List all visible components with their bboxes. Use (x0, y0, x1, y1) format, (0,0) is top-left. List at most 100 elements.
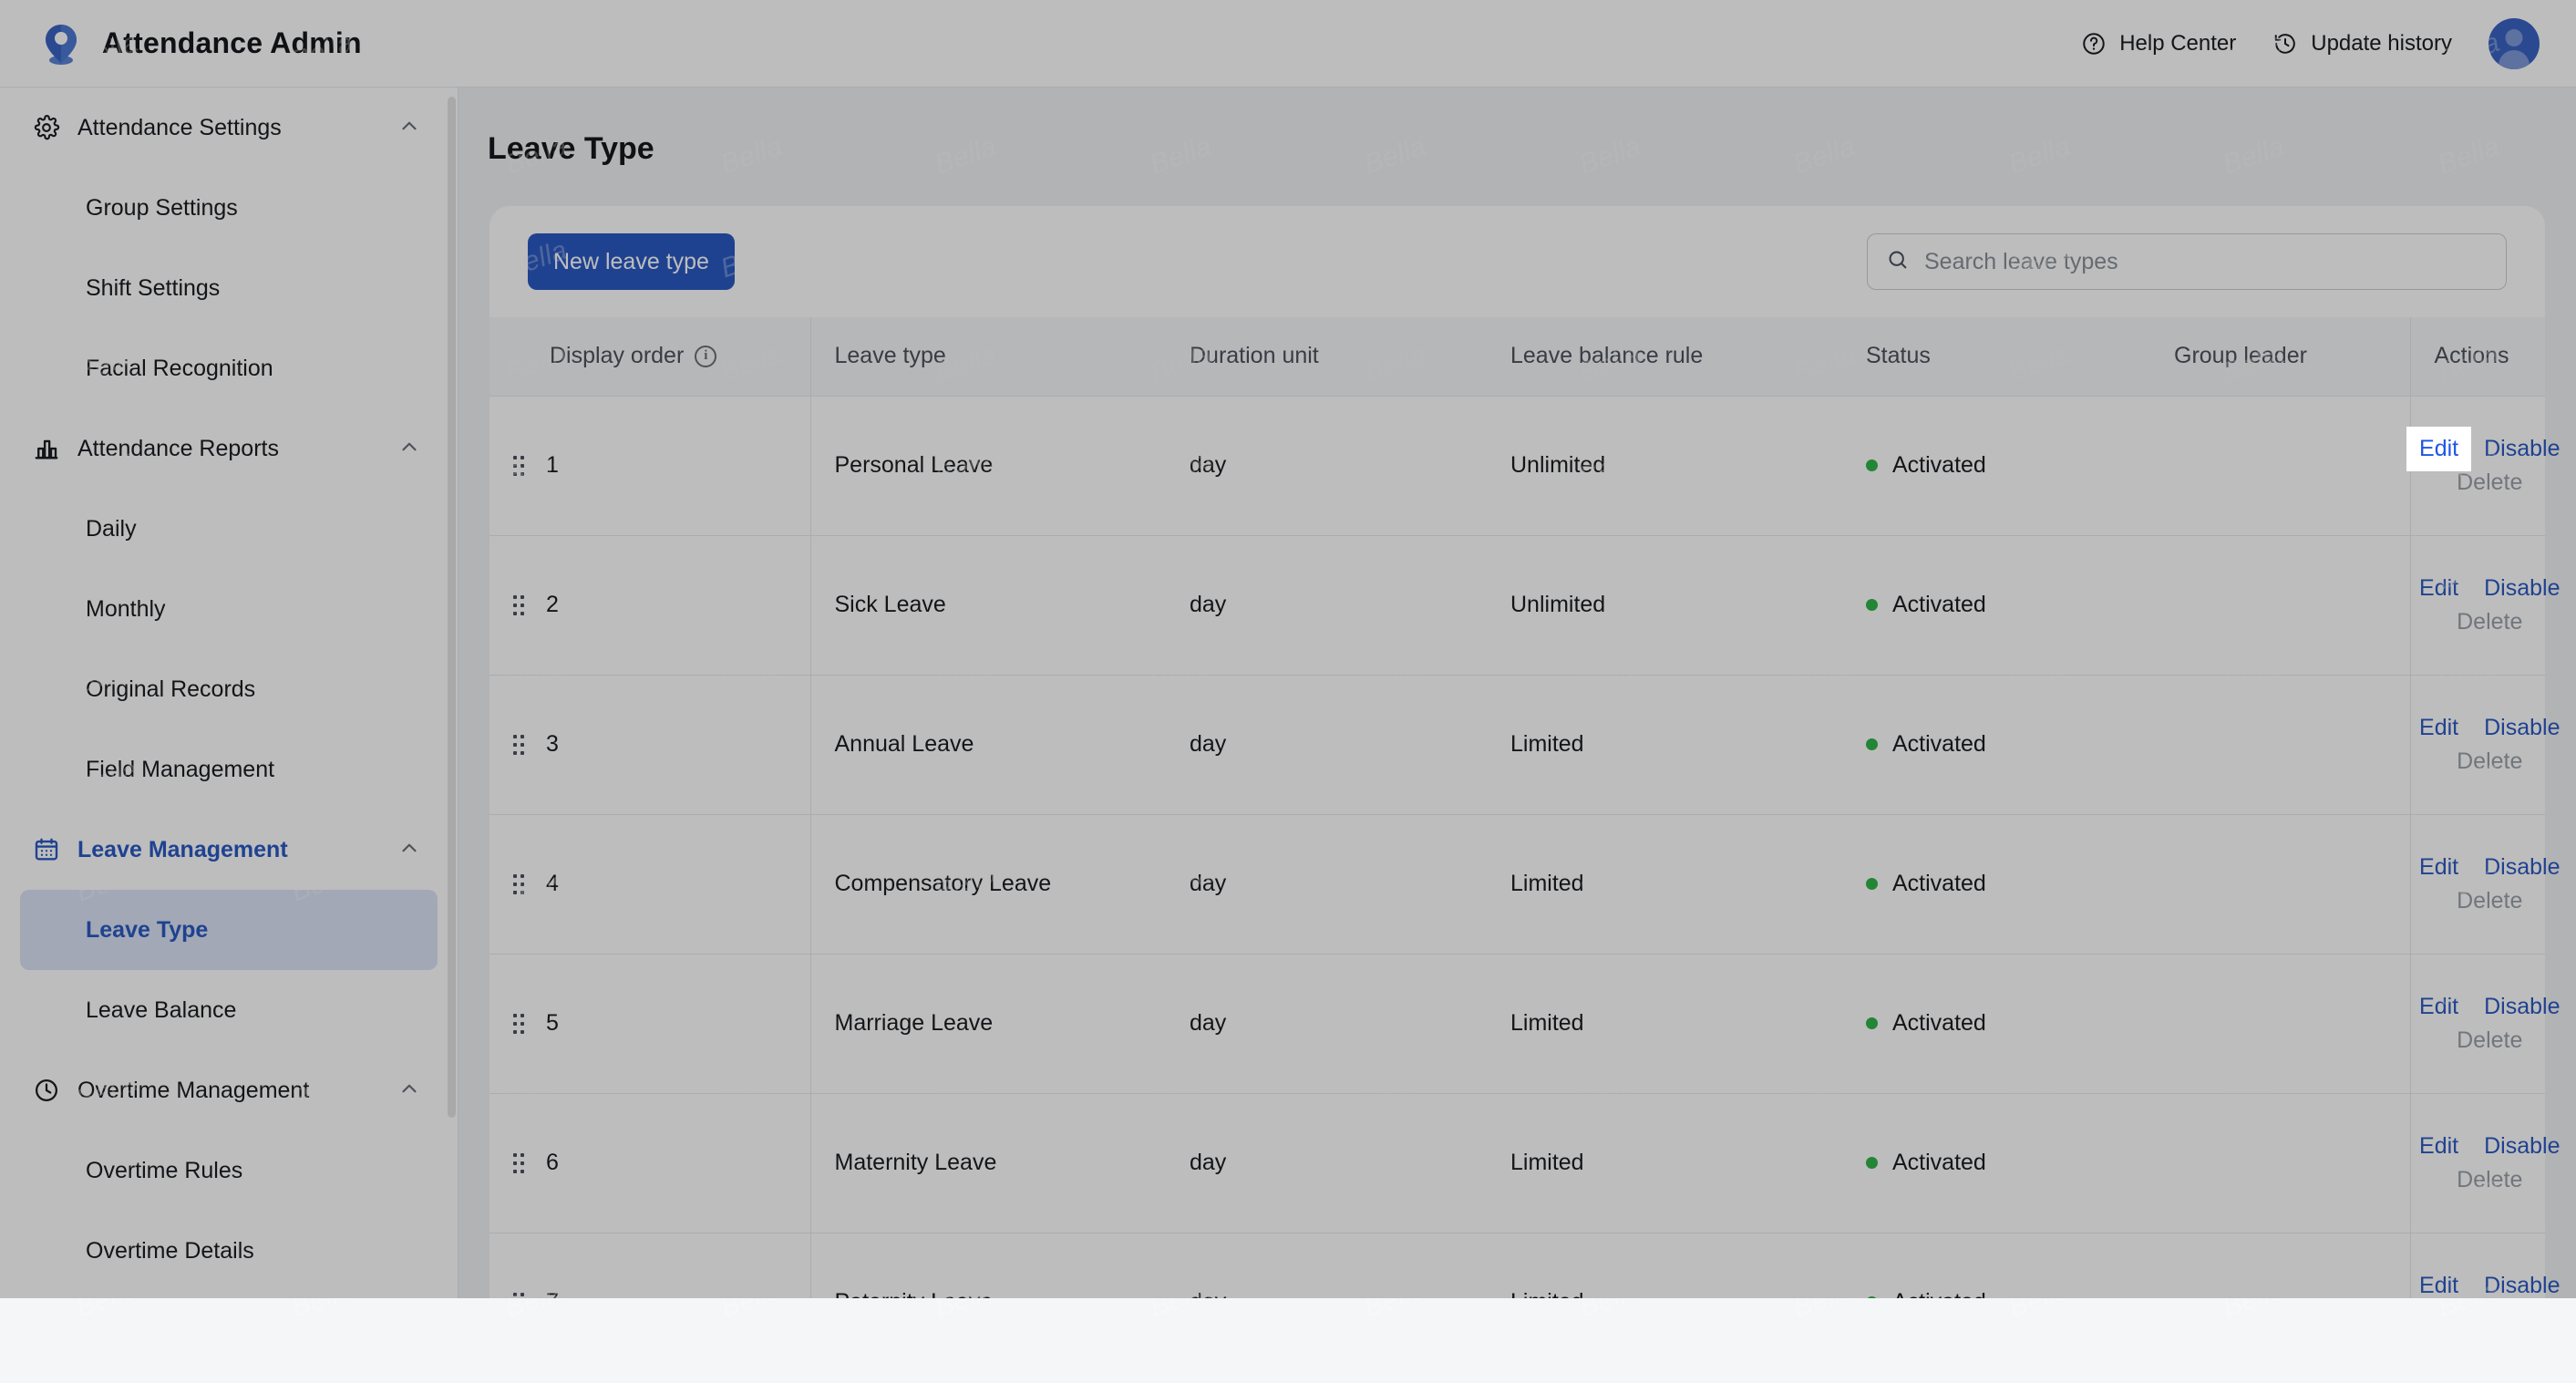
search-input[interactable] (1924, 249, 2488, 275)
disable-link[interactable]: Disable (2484, 436, 2560, 462)
drag-handle-icon[interactable] (513, 874, 524, 894)
sidebar-scrollbar[interactable] (448, 97, 456, 1118)
disable-link[interactable]: Disable (2484, 715, 2560, 741)
drag-handle-icon[interactable] (513, 595, 524, 615)
sidebar-item-leave-balance[interactable]: Leave Balance (20, 970, 438, 1050)
update-history-label: Update history (2311, 31, 2452, 57)
location-pin-icon (38, 21, 84, 67)
sidebar-group-leave-management[interactable]: Leave Management (0, 810, 458, 890)
status-label: Activated (1892, 452, 1986, 479)
app-header: Attendance Admin Help Center Update (0, 0, 2576, 88)
sidebar-item-facial-recognition[interactable]: Facial Recognition (20, 328, 438, 408)
leave-type-table: Display order i Leave type Duration unit… (489, 317, 2545, 1298)
display-order-value: 2 (546, 592, 559, 618)
delete-link: Delete (2435, 748, 2546, 775)
cell-duration-unit: day (1166, 675, 1487, 814)
cell-status: Activated (1842, 1233, 2150, 1298)
edit-link[interactable]: Edit (2419, 854, 2458, 881)
sidebar-item-label: Monthly (86, 596, 166, 623)
sidebar-group-attendance-settings[interactable]: Attendance Settings (0, 88, 458, 168)
chevron-up-icon[interactable] (397, 435, 421, 463)
drag-handle-icon[interactable] (513, 1014, 524, 1034)
cell-leave-type: Maternity Leave (810, 1093, 1166, 1233)
status-label: Activated (1892, 592, 1986, 618)
status-dot-icon (1866, 599, 1878, 611)
sidebar-item-field-management[interactable]: Field Management (20, 729, 438, 810)
drag-handle-icon[interactable] (513, 735, 524, 755)
header-actions: Help Center Update history (2081, 18, 2540, 69)
display-order-value: 6 (546, 1150, 559, 1176)
sidebar-item-leave-type[interactable]: Leave Type (20, 890, 438, 970)
sidebar-item-daily[interactable]: Daily (20, 489, 438, 569)
drag-handle-icon[interactable] (513, 456, 524, 476)
sidebar-item-label: Overtime Details (86, 1238, 254, 1264)
edit-link[interactable]: Edit (2419, 715, 2458, 741)
disable-link[interactable]: Disable (2484, 1273, 2560, 1299)
leave-type-card: New leave type Display orde (489, 206, 2545, 1298)
sidebar-item-shift-settings[interactable]: Shift Settings (20, 248, 438, 328)
status-dot-icon (1866, 1017, 1878, 1029)
sidebar-item-monthly[interactable]: Monthly (20, 569, 438, 649)
edit-link[interactable]: Edit (2419, 994, 2458, 1020)
new-leave-type-button[interactable]: New leave type (528, 233, 735, 290)
sidebar-group-label: Overtime Management (77, 1078, 397, 1104)
cell-display-order: 7 (489, 1233, 810, 1298)
help-center-button[interactable]: Help Center (2081, 31, 2236, 57)
edit-link[interactable]: Edit (2419, 575, 2458, 602)
cell-duration-unit: day (1166, 814, 1487, 954)
edit-link[interactable]: Edit (2406, 427, 2471, 471)
cell-actions: EditDisableDelete (2410, 954, 2545, 1093)
display-order-value: 5 (546, 1010, 559, 1037)
cell-duration-unit: day (1166, 1233, 1487, 1298)
sidebar-item-group-settings[interactable]: Group Settings (20, 168, 438, 248)
avatar[interactable] (2488, 18, 2540, 69)
drag-handle-icon[interactable] (513, 1153, 524, 1173)
info-circle-icon[interactable]: i (695, 346, 716, 367)
edit-link[interactable]: Edit (2419, 1273, 2458, 1299)
delete-link: Delete (2435, 1027, 2546, 1054)
chevron-up-icon[interactable] (397, 836, 421, 864)
edit-link[interactable]: Edit (2419, 1133, 2458, 1160)
search-leave-types[interactable] (1867, 233, 2507, 290)
cell-actions: EditDisableDelete (2410, 675, 2545, 814)
cell-group-leader (2150, 954, 2410, 1093)
drag-handle-icon[interactable] (513, 1293, 524, 1299)
status-label: Activated (1892, 1150, 1986, 1176)
cell-display-order: 3 (489, 675, 810, 814)
disable-link[interactable]: Disable (2484, 575, 2560, 602)
cell-balance-rule: Limited (1487, 814, 1842, 954)
sidebar-item-label: Overtime Rules (86, 1158, 242, 1184)
sidebar-group-label: Leave Management (77, 837, 397, 863)
display-order-value: 1 (546, 452, 559, 479)
gear-icon (33, 114, 69, 141)
table-body: 1Personal LeavedayUnlimitedActivatedEdit… (489, 396, 2545, 1298)
sidebar-item-label: Group Settings (86, 195, 238, 222)
chevron-up-icon[interactable] (397, 1077, 421, 1105)
chevron-up-icon[interactable] (397, 114, 421, 142)
cell-duration-unit: day (1166, 535, 1487, 675)
sidebar-item-original-records[interactable]: Original Records (20, 649, 438, 729)
cell-status: Activated (1842, 675, 2150, 814)
sidebar-group-overtime-management[interactable]: Overtime Management (0, 1050, 458, 1130)
sidebar-item-overtime-rules[interactable]: Overtime Rules (20, 1130, 438, 1211)
display-order-value: 4 (546, 871, 559, 897)
disable-link[interactable]: Disable (2484, 1133, 2560, 1160)
clock-icon (33, 1077, 69, 1104)
status-dot-icon (1866, 738, 1878, 750)
cell-actions: EditDisableDelete (2410, 535, 2545, 675)
sidebar-group-attendance-reports[interactable]: Attendance Reports (0, 408, 458, 489)
status-label: Activated (1892, 871, 1986, 897)
delete-link: Delete (2435, 470, 2546, 496)
disable-link[interactable]: Disable (2484, 994, 2560, 1020)
disable-link[interactable]: Disable (2484, 854, 2560, 881)
cell-duration-unit: day (1166, 1093, 1487, 1233)
app-title: Attendance Admin (102, 26, 362, 60)
question-circle-icon (2081, 31, 2107, 57)
cell-status: Activated (1842, 814, 2150, 954)
status-label: Activated (1892, 1010, 1986, 1037)
status-dot-icon (1866, 1157, 1878, 1169)
sidebar: Attendance Settings Group Settings Shift… (0, 88, 459, 1298)
cell-status: Activated (1842, 1093, 2150, 1233)
sidebar-item-overtime-details[interactable]: Overtime Details (20, 1211, 438, 1291)
update-history-button[interactable]: Update history (2272, 31, 2452, 57)
